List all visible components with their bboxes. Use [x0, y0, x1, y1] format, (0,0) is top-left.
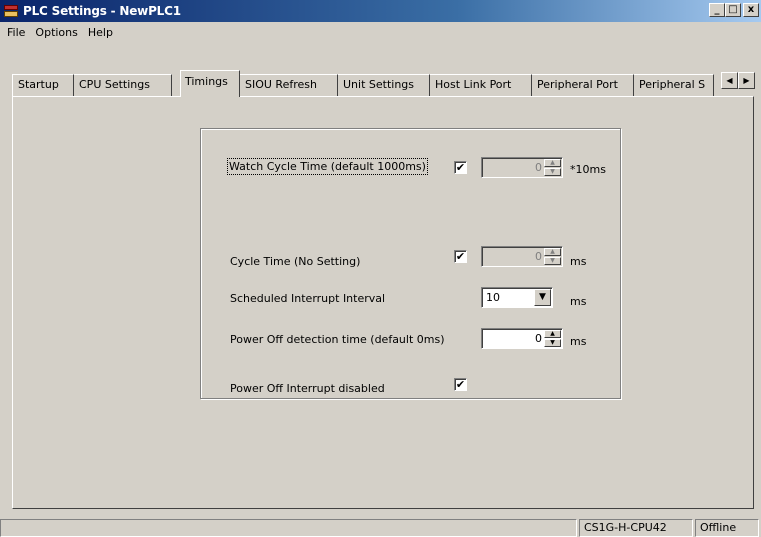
minimize-button[interactable]: _: [709, 3, 725, 17]
tab-timings[interactable]: Timings: [180, 70, 240, 97]
chevron-down-icon[interactable]: ▼: [534, 289, 551, 306]
status-mode: Offline: [695, 519, 759, 537]
menu-file[interactable]: File: [2, 26, 30, 39]
tab-siou-refresh[interactable]: SIOU Refresh: [240, 74, 338, 96]
cycle-time-checkbox[interactable]: ✔: [454, 250, 467, 263]
tab-host-link-port[interactable]: Host Link Port: [430, 74, 532, 96]
window-title: PLC Settings - NewPLC1: [23, 4, 181, 18]
watch-cycle-time-unit: *10ms: [570, 163, 606, 176]
cycle-time-value: 0: [535, 250, 542, 263]
spin-up-icon: ▲: [544, 159, 561, 167]
power-off-detection-spinner[interactable]: 0 ▲ ▼: [481, 328, 563, 349]
title-bar[interactable]: PLC Settings - NewPLC1 _ □ x: [0, 0, 761, 22]
maximize-button[interactable]: □: [725, 3, 741, 17]
tab-scroll-left-icon[interactable]: ◀: [721, 72, 738, 89]
watch-cycle-time-spinner: 0 ▲ ▼: [481, 157, 563, 178]
cycle-time-spinner: 0 ▲ ▼: [481, 246, 563, 267]
watch-cycle-time-value: 0: [535, 161, 542, 174]
menu-options[interactable]: Options: [30, 26, 82, 39]
status-model: CS1G-H-CPU42: [579, 519, 693, 537]
tab-peripheral-port[interactable]: Peripheral Port: [532, 74, 634, 96]
scheduled-interrupt-label: Scheduled Interrupt Interval: [230, 292, 386, 305]
status-bar: CS1G-H-CPU42 Offline: [0, 517, 761, 537]
power-off-detection-unit: ms: [570, 335, 587, 348]
power-off-detection-label: Power Off detection time (default 0ms): [230, 333, 445, 346]
spin-up-icon[interactable]: ▲: [544, 330, 561, 338]
tab-peripheral-s[interactable]: Peripheral S: [634, 74, 714, 96]
spin-up-icon: ▲: [544, 248, 561, 256]
tab-strip: Startup CPU Settings Timings SIOU Refres…: [12, 70, 755, 97]
tab-cpu-settings[interactable]: CPU Settings: [74, 74, 172, 96]
power-off-detection-value: 0: [535, 332, 542, 345]
watch-cycle-time-checkbox[interactable]: ✔: [454, 161, 467, 174]
scheduled-interrupt-unit: ms: [570, 295, 587, 308]
tab-unit-settings[interactable]: Unit Settings: [338, 74, 430, 96]
scheduled-interrupt-select[interactable]: 10 ▼: [481, 287, 553, 308]
power-off-interrupt-label: Power Off Interrupt disabled: [230, 382, 385, 395]
menu-help[interactable]: Help: [83, 26, 118, 39]
tab-startup[interactable]: Startup: [12, 74, 74, 96]
menu-bar: File Options Help: [0, 22, 761, 42]
spin-down-icon: ▼: [544, 168, 561, 176]
spin-down-icon[interactable]: ▼: [544, 339, 561, 347]
tab-scroll-right-icon[interactable]: ▶: [738, 72, 755, 89]
power-off-interrupt-checkbox[interactable]: ✔: [454, 378, 467, 391]
status-panel-main: [0, 519, 577, 537]
cycle-time-label: Cycle Time (No Setting): [230, 255, 361, 268]
watch-cycle-time-label: Watch Cycle Time (default 1000ms): [227, 158, 428, 175]
plc-app-icon: [3, 3, 19, 19]
scheduled-interrupt-value: 10: [486, 291, 500, 304]
spin-down-icon: ▼: [544, 257, 561, 265]
close-button[interactable]: x: [743, 3, 759, 17]
plc-settings-window: PLC Settings - NewPLC1 _ □ x File Option…: [0, 0, 761, 537]
cycle-time-unit: ms: [570, 255, 587, 268]
